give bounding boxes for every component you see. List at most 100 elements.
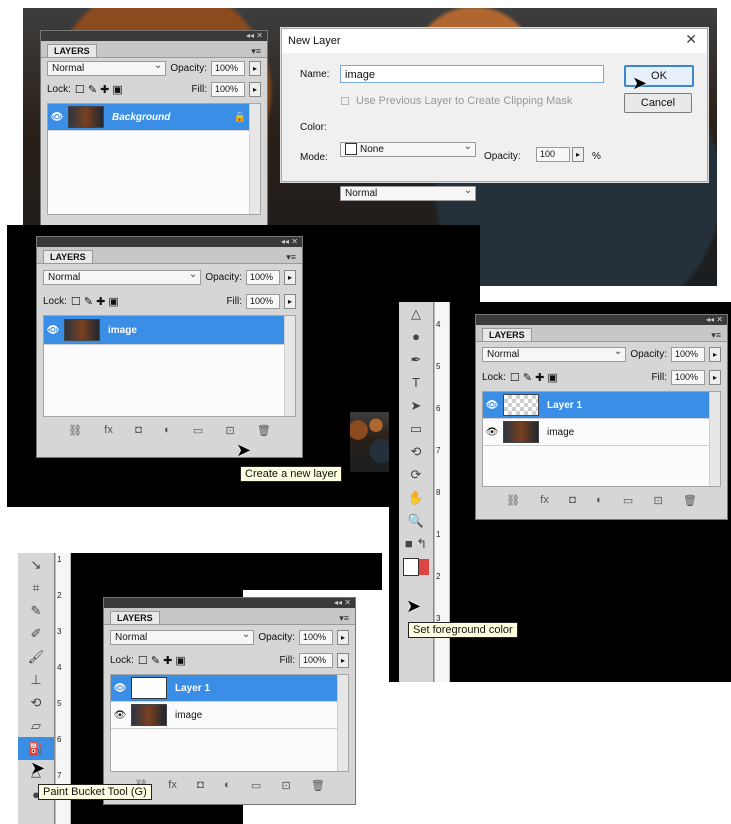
fill-arrow[interactable]: ▸ [284, 294, 296, 309]
layer-row[interactable]: 👁 Layer 1 [111, 675, 348, 702]
panel-menu-icon[interactable]: ▾≡ [286, 252, 296, 263]
fill-field[interactable]: 100% [671, 370, 705, 385]
mode-select[interactable]: Normal [340, 184, 476, 201]
close-icon[interactable]: ✕ [685, 31, 697, 48]
mask-icon[interactable]: ◘ [569, 494, 576, 506]
scrollbar[interactable] [337, 675, 348, 771]
group-icon[interactable]: ▭ [623, 494, 633, 507]
eye-icon[interactable]: 👁 [44, 325, 62, 336]
brush-tool-icon[interactable]: 🖌 [18, 645, 54, 668]
opacity-arrow[interactable]: ▸ [337, 630, 349, 645]
3d-rotate-icon[interactable]: ⟲ [399, 440, 433, 463]
lock-icons[interactable]: ☐ ✎ ✚ ▣ [75, 83, 123, 96]
scrollbar[interactable] [249, 104, 260, 214]
adjustment-icon[interactable]: ◐ [224, 779, 231, 791]
default-colors-icon[interactable]: ■ ↰ [399, 532, 433, 555]
eye-icon[interactable]: 👁 [48, 112, 66, 123]
layer-row[interactable]: 👁 image [44, 316, 295, 345]
opacity-arrow[interactable]: ▸ [249, 61, 261, 76]
fx-icon[interactable]: fx [104, 424, 113, 436]
eraser-icon[interactable]: ▱ [18, 714, 54, 737]
link-icon[interactable]: ⛓ [506, 494, 520, 507]
panel-topbar: ◂◂ ✕ [41, 31, 267, 41]
delete-icon[interactable]: 🗑 [257, 424, 271, 437]
opacity-field[interactable]: 100% [246, 270, 280, 285]
path-select-icon[interactable]: ➤ [399, 394, 433, 417]
blend-mode-select[interactable]: Normal [43, 268, 202, 285]
blur-icon[interactable]: ● [399, 325, 433, 348]
group-icon[interactable]: ▭ [251, 779, 261, 792]
layer-row[interactable]: 👁 image [111, 702, 348, 729]
lasso-icon[interactable]: ↘ [18, 553, 54, 576]
delete-icon[interactable]: 🗑 [683, 494, 697, 507]
scrollbar[interactable] [709, 392, 720, 486]
fx-icon[interactable]: fx [540, 494, 549, 506]
new-layer-icon[interactable]: ⊡ [281, 779, 290, 792]
3d-orbit-icon[interactable]: ⟳ [399, 463, 433, 486]
dialog-opacity-field[interactable]: 100 [536, 147, 570, 162]
fill-arrow[interactable]: ▸ [337, 653, 349, 668]
delete-icon[interactable]: 🗑 [311, 779, 325, 792]
fill-field[interactable]: 100% [299, 653, 333, 668]
adjustment-icon[interactable]: ◐ [596, 494, 603, 506]
crop-tool-icon[interactable]: ⌗ [18, 576, 54, 599]
eyedropper-icon[interactable]: ✎ [18, 599, 54, 622]
eye-icon[interactable]: 👁 [111, 710, 129, 721]
hand-tool-icon[interactable]: ✋ [399, 486, 433, 509]
opacity-arrow[interactable]: ▸ [709, 347, 721, 362]
blend-mode-select[interactable]: Normal [110, 628, 255, 645]
link-icon[interactable]: ⛓ [68, 424, 82, 437]
opacity-field[interactable]: 100% [211, 61, 245, 76]
eye-icon[interactable]: 👁 [483, 427, 501, 438]
cancel-button[interactable]: Cancel [624, 93, 692, 113]
history-brush-icon[interactable]: ⟲ [18, 691, 54, 714]
layers-tab[interactable]: LAYERS [482, 328, 532, 341]
new-layer-icon[interactable]: ⊡ [653, 494, 662, 507]
fill-arrow[interactable]: ▸ [249, 82, 261, 97]
panel-menu-icon[interactable]: ▾≡ [339, 613, 349, 624]
layers-tab[interactable]: LAYERS [110, 611, 160, 624]
adjustment-icon[interactable]: ◐ [164, 424, 171, 436]
blend-mode-select[interactable]: Normal [47, 59, 167, 76]
zoom-tool-icon[interactable]: 🔍 [399, 509, 433, 532]
paint-bucket-icon[interactable]: ⛽ [18, 737, 54, 760]
panel-menu-icon[interactable]: ▾≡ [251, 46, 261, 57]
fill-field[interactable]: 100% [211, 82, 245, 97]
type-tool-icon[interactable]: T [399, 371, 433, 394]
opacity-field[interactable]: 100% [671, 347, 705, 362]
layer-row[interactable]: 👁 image [483, 419, 720, 446]
mask-icon[interactable]: ◘ [135, 424, 142, 436]
eye-icon[interactable]: 👁 [111, 683, 129, 694]
eye-icon[interactable]: 👁 [483, 400, 501, 411]
pen-tool-icon[interactable]: ✒ [399, 348, 433, 371]
name-field[interactable]: image [340, 65, 604, 83]
layers-tab[interactable]: LAYERS [47, 44, 97, 57]
group-icon[interactable]: ▭ [193, 424, 203, 437]
mask-icon[interactable]: ◘ [197, 779, 204, 791]
fx-icon[interactable]: fx [168, 779, 177, 791]
dialog-opacity-arrow[interactable]: ▸ [572, 147, 584, 162]
color-select[interactable]: None [340, 140, 476, 157]
blend-mode-select[interactable]: Normal [482, 345, 627, 362]
lock-icons[interactable]: ☐ ✎ ✚ ▣ [138, 654, 186, 667]
lock-icons[interactable]: ☐ ✎ ✚ ▣ [510, 371, 558, 384]
layers-tab[interactable]: LAYERS [43, 250, 93, 263]
new-layer-icon[interactable]: ⊡ [225, 424, 234, 437]
clone-stamp-icon[interactable]: ⊥ [18, 668, 54, 691]
scrollbar[interactable] [284, 316, 295, 416]
rectangle-tool-icon[interactable]: ▭ [399, 417, 433, 440]
clip-checkbox[interactable]: ☐ [340, 95, 350, 108]
pen-icon[interactable]: △ [399, 302, 433, 325]
fill-field[interactable]: 100% [246, 294, 280, 309]
foreground-color-swatch[interactable] [399, 555, 433, 578]
fill-arrow[interactable]: ▸ [709, 370, 721, 385]
opacity-field[interactable]: 100% [299, 630, 333, 645]
dialog-opacity-label: Opacity: [484, 151, 521, 162]
healing-brush-icon[interactable]: ✐ [18, 622, 54, 645]
panel-menu-icon[interactable]: ▾≡ [711, 330, 721, 341]
layers-panel-1: ◂◂ ✕ LAYERS ▾≡ Normal Opacity: 100% ▸ Loc… [40, 30, 268, 230]
layer-row[interactable]: 👁 Background 🔒 [48, 104, 260, 131]
opacity-arrow[interactable]: ▸ [284, 270, 296, 285]
layer-row[interactable]: 👁 Layer 1 [483, 392, 720, 419]
lock-icons[interactable]: ☐ ✎ ✚ ▣ [71, 295, 119, 308]
